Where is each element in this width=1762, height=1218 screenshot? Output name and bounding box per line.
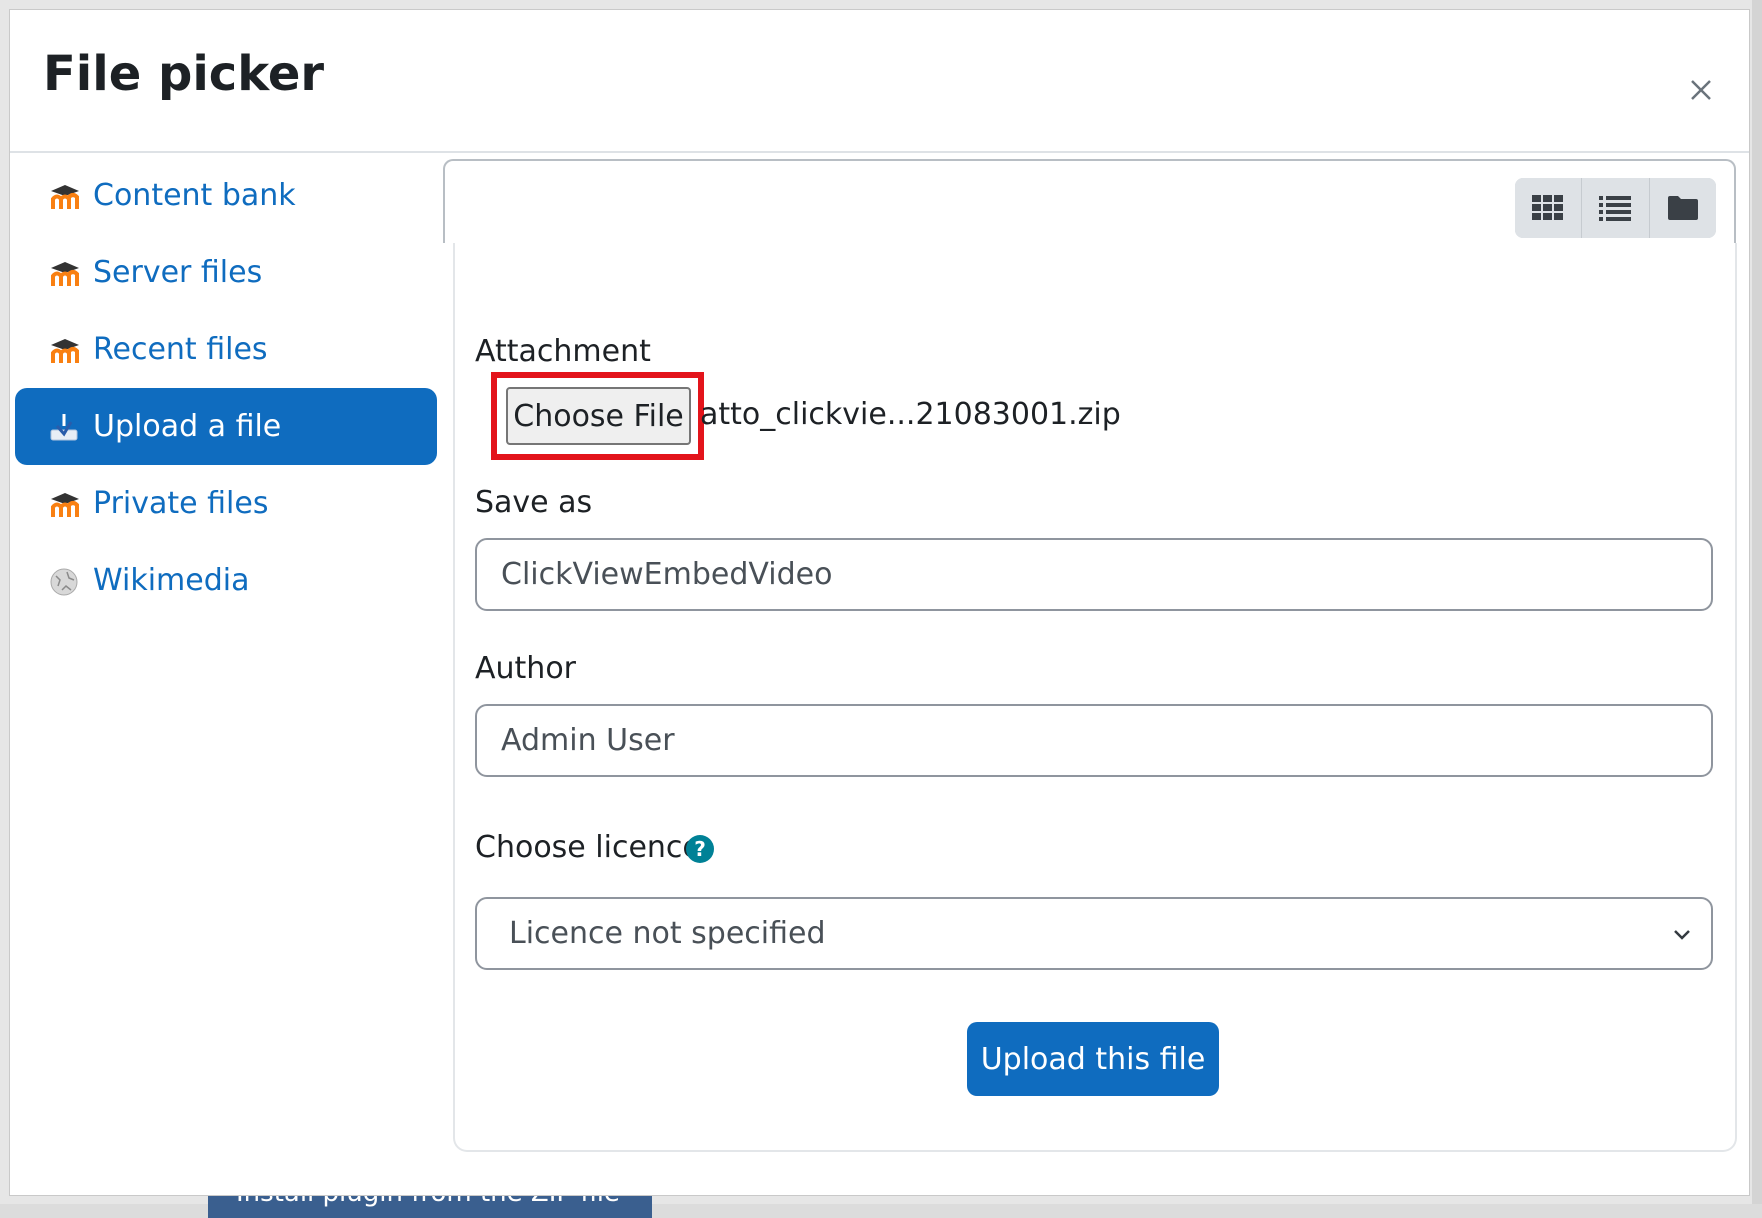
repo-label: Upload a file xyxy=(93,409,282,444)
background-edge xyxy=(1752,0,1762,1204)
upload-icon xyxy=(50,413,78,440)
folder-view-icon xyxy=(1667,196,1698,220)
view-switcher xyxy=(1515,178,1716,238)
list-view-icon xyxy=(1599,196,1632,221)
moodle-icon xyxy=(51,492,79,517)
moodle-icon xyxy=(51,184,79,209)
dialog-header: File picker xyxy=(10,10,1749,153)
help-icon[interactable]: ? xyxy=(685,834,715,864)
repo-private-files[interactable]: Private files xyxy=(15,465,437,542)
upload-this-file-button[interactable]: Upload this file xyxy=(967,1022,1219,1096)
save-as-input[interactable] xyxy=(475,538,1713,611)
chevron-down-icon xyxy=(1674,930,1690,940)
repo-server-files[interactable]: Server files xyxy=(15,234,437,311)
svg-text:?: ? xyxy=(694,837,706,861)
repository-list: Content bank Server files Recent files U… xyxy=(15,157,437,619)
close-button[interactable] xyxy=(1681,70,1721,110)
repo-label: Recent files xyxy=(93,332,268,367)
grid-view-button[interactable] xyxy=(1515,178,1583,238)
repo-label: Server files xyxy=(93,255,263,290)
choose-file-button[interactable]: Choose File xyxy=(506,387,691,445)
licence-select[interactable]: Licence not specified xyxy=(475,897,1713,970)
save-as-label: Save as xyxy=(475,485,593,520)
moodle-icon xyxy=(51,261,79,286)
repo-upload-a-file[interactable]: Upload a file xyxy=(15,388,437,465)
licence-select-value: Licence not specified xyxy=(509,916,826,951)
list-view-button[interactable] xyxy=(1582,178,1650,238)
wikimedia-globe-icon xyxy=(50,568,78,595)
author-label: Author xyxy=(475,651,577,686)
folder-view-button[interactable] xyxy=(1649,178,1716,238)
repo-recent-files[interactable]: Recent files xyxy=(15,311,437,388)
dialog-title: File picker xyxy=(43,46,325,102)
licence-label: Choose licence xyxy=(475,830,701,865)
moodle-icon xyxy=(51,338,79,363)
repo-label: Private files xyxy=(93,486,269,521)
selected-file-name: atto_clickvie...21083001.zip xyxy=(700,397,1121,432)
author-input[interactable] xyxy=(475,704,1713,777)
close-icon xyxy=(1691,80,1711,100)
repo-content-bank[interactable]: Content bank xyxy=(15,157,437,234)
repo-label: Wikimedia xyxy=(93,563,250,598)
repo-label: Content bank xyxy=(93,178,296,213)
attachment-label: Attachment xyxy=(475,334,651,369)
repo-wikimedia[interactable]: Wikimedia xyxy=(15,542,437,619)
grid-view-icon xyxy=(1532,195,1564,220)
